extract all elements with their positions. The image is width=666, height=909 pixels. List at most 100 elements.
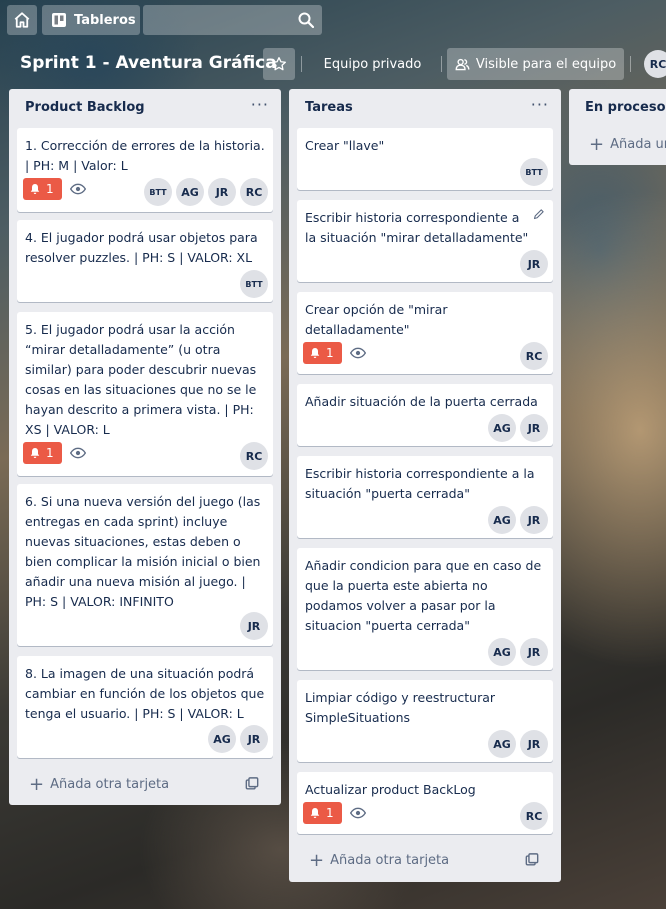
card-badges: 1 [303, 342, 366, 364]
card-template-icon[interactable] [245, 777, 259, 791]
member-avatar[interactable]: AG [488, 638, 516, 666]
list-menu-icon[interactable]: ··· [251, 95, 269, 114]
due-badge[interactable]: 1 [23, 178, 62, 200]
member-avatar[interactable]: AG [488, 414, 516, 442]
card[interactable]: 4. El jugador podrá usar objetos para re… [17, 220, 273, 302]
card-members: AG JR [204, 725, 268, 753]
card-template-icon[interactable] [525, 853, 539, 867]
member-avatar[interactable]: AG [488, 506, 516, 534]
card-members: BTT [516, 158, 548, 186]
add-card-button[interactable]: + Añada una tarjeta [577, 130, 666, 158]
card[interactable]: Crear opción de "mirar detalladamente" 1… [297, 292, 553, 374]
header-divider [301, 56, 302, 72]
member-avatar[interactable]: RC [240, 442, 268, 470]
card[interactable]: Actualizar product BackLog 1 RC [297, 772, 553, 834]
list-header[interactable]: Product Backlog ··· [9, 89, 281, 127]
card-title: Añadir situación de la puerta cerrada [305, 394, 538, 409]
bell-icon [310, 348, 320, 358]
card-members: RC [516, 802, 548, 830]
member-avatar[interactable]: JR [240, 612, 268, 640]
star-icon [272, 57, 286, 71]
board-member-avatar[interactable]: RC [644, 50, 666, 78]
list-menu-icon[interactable]: ··· [531, 95, 549, 114]
due-count: 1 [46, 182, 54, 196]
card-title: Añadir condicion para que en caso de que… [305, 558, 542, 633]
card[interactable]: Escribir historia correspondiente a la s… [297, 456, 553, 538]
member-avatar[interactable]: BTT [520, 158, 548, 186]
search-input[interactable] [143, 5, 322, 35]
member-avatar[interactable]: BTT [240, 270, 268, 298]
card[interactable]: 1. Corrección de errores de la historia.… [17, 128, 273, 212]
board-title[interactable]: Sprint 1 - Aventura Gráfica [20, 53, 277, 73]
card-members: JR [236, 612, 268, 640]
card[interactable]: Escribir historia correspondiente a la s… [297, 200, 553, 282]
card-title: 8. La imagen de una situación podrá camb… [25, 666, 265, 721]
team-button[interactable]: Equipo privado [307, 48, 438, 80]
card-title: Escribir historia correspondiente a la s… [305, 466, 535, 501]
list-product-backlog: Product Backlog ··· 1. Corrección de err… [9, 89, 281, 805]
card-badges: 1 [23, 178, 86, 200]
card[interactable]: 5. El jugador podrá usar la acción “mira… [17, 312, 273, 476]
member-avatar[interactable]: JR [520, 730, 548, 758]
member-avatar[interactable]: JR [240, 725, 268, 753]
card[interactable]: Añadir situación de la puerta cerrada AG… [297, 384, 553, 446]
list-title: En proceso [585, 100, 666, 115]
card[interactable]: Limpiar código y reestructurar SimpleSit… [297, 680, 553, 762]
list-header[interactable]: Tareas ··· [289, 89, 561, 127]
member-avatar[interactable]: JR [208, 178, 236, 206]
card-members: AG JR [484, 506, 548, 534]
boards-button[interactable]: Tableros [42, 5, 140, 35]
card-title: Escribir historia correspondiente a la s… [305, 210, 529, 245]
board-header: Sprint 1 - Aventura Gráfica Equipo priva… [0, 46, 666, 82]
team-label: Equipo privado [323, 56, 422, 72]
member-avatar[interactable]: RC [520, 342, 548, 370]
card-members: BTT AG JR RC [140, 178, 268, 206]
card-title: 1. Corrección de errores de la historia.… [25, 138, 265, 173]
add-card-label: Añada otra tarjeta [330, 852, 450, 868]
card[interactable]: 6. Si una nueva versión del juego (las e… [17, 484, 273, 646]
card-title: Limpiar código y reestructurar SimpleSit… [305, 690, 496, 725]
watch-badge [349, 807, 366, 819]
due-badge[interactable]: 1 [303, 802, 342, 824]
list-header[interactable]: En proceso [569, 89, 666, 127]
header-divider [441, 56, 442, 72]
member-avatar[interactable]: BTT [144, 178, 172, 206]
list-title: Tareas [305, 100, 353, 115]
card-members: AG JR [484, 414, 548, 442]
card-title: Actualizar product BackLog [305, 782, 476, 797]
home-icon [14, 12, 30, 28]
card-badges: 1 [23, 442, 86, 464]
member-avatar[interactable]: AG [176, 178, 204, 206]
due-count: 1 [46, 446, 54, 460]
due-count: 1 [326, 806, 334, 820]
bell-icon [30, 184, 40, 194]
add-card-button[interactable]: + Añada otra tarjeta [17, 770, 273, 798]
card[interactable]: Añadir condicion para que en caso de que… [297, 548, 553, 670]
visibility-button[interactable]: Visible para el equipo [447, 48, 624, 80]
card-members: AG JR [484, 638, 548, 666]
home-button[interactable] [7, 5, 37, 35]
member-avatar[interactable]: JR [520, 506, 548, 534]
member-avatar[interactable]: RC [240, 178, 268, 206]
eye-icon [69, 183, 86, 195]
list-title: Product Backlog [25, 100, 145, 115]
visibility-label: Visible para el equipo [475, 56, 617, 72]
watch-badge [69, 183, 86, 195]
edit-pencil-icon[interactable] [533, 208, 545, 220]
card[interactable]: 8. La imagen de una situación podrá camb… [17, 656, 273, 758]
member-avatar[interactable]: AG [488, 730, 516, 758]
star-button[interactable] [263, 48, 295, 80]
member-avatar[interactable]: AG [208, 725, 236, 753]
header-divider [630, 56, 631, 72]
member-avatar[interactable]: JR [520, 638, 548, 666]
member-avatar[interactable]: JR [520, 414, 548, 442]
plus-icon: + [589, 133, 605, 155]
watch-badge [69, 447, 86, 459]
due-badge[interactable]: 1 [23, 442, 62, 464]
member-avatar[interactable]: RC [520, 802, 548, 830]
add-card-button[interactable]: + Añada otra tarjeta [297, 846, 553, 874]
due-badge[interactable]: 1 [303, 342, 342, 364]
card[interactable]: Crear "llave" BTT [297, 128, 553, 190]
member-avatar[interactable]: JR [520, 250, 548, 278]
card-members: JR [516, 250, 548, 278]
